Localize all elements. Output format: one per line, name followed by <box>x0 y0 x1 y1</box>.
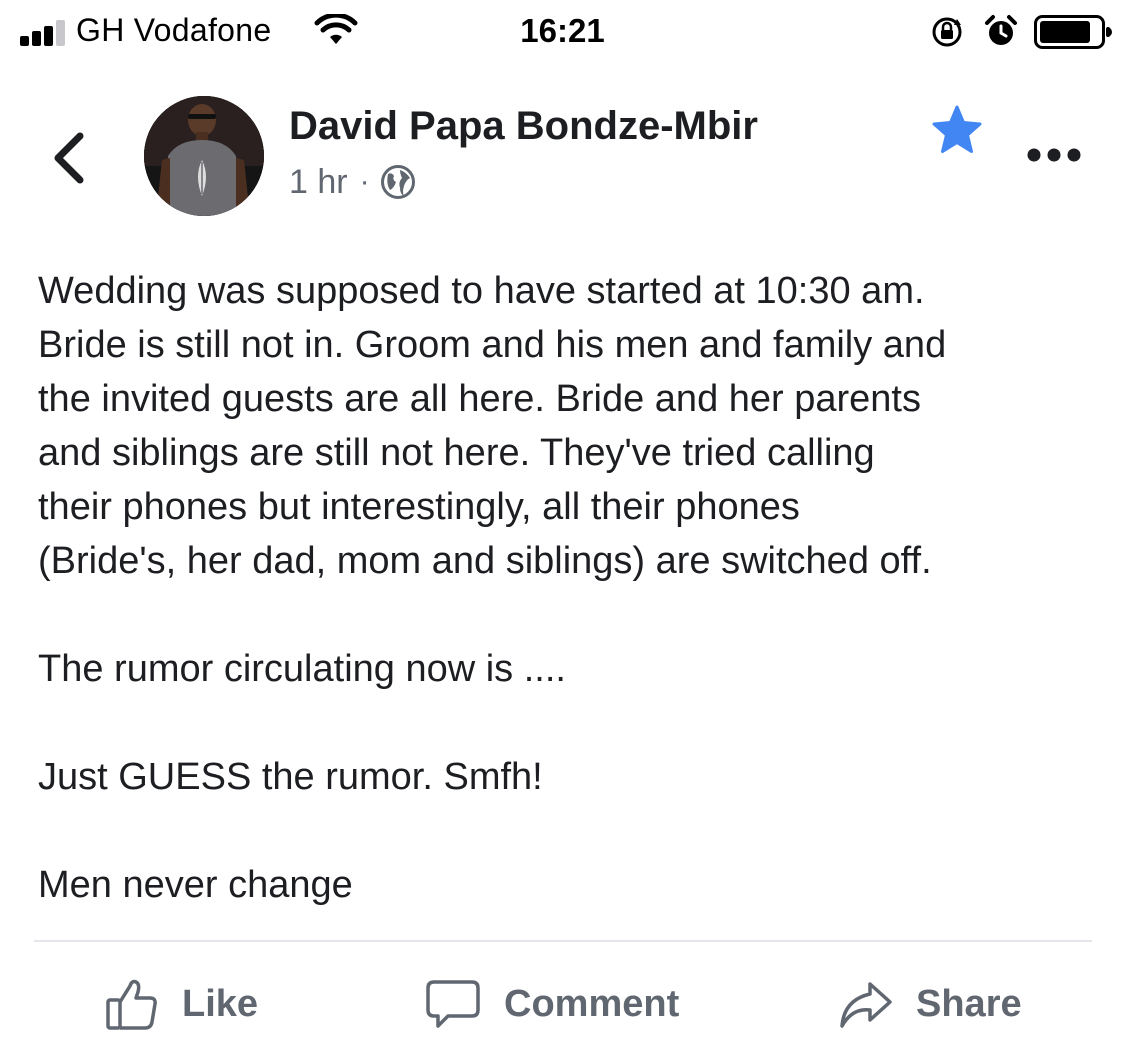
post-paragraph: Men never change <box>38 864 353 906</box>
comment-bubble-icon <box>426 980 480 1028</box>
post-paragraph: Wedding was supposed to have started at … <box>38 270 947 582</box>
comment-label: Comment <box>504 982 680 1025</box>
post-paragraph: The rumor circulating now is .... <box>38 648 566 690</box>
author-avatar[interactable] <box>144 96 264 216</box>
battery-icon <box>1034 15 1112 49</box>
globe-icon <box>380 165 415 199</box>
more-options-icon[interactable] <box>1026 140 1082 170</box>
post-meta: 1 hr · <box>289 160 416 204</box>
share-button[interactable]: Share <box>838 972 1022 1036</box>
rotation-lock-icon <box>932 17 962 47</box>
thumbs-up-icon <box>106 979 157 1030</box>
action-divider <box>34 940 1092 942</box>
avatar-image <box>144 96 264 216</box>
favorite-star-icon[interactable] <box>930 104 984 156</box>
status-bar: GH Vodafone 16:21 <box>0 0 1125 64</box>
author-name[interactable]: David Papa Bondze-Mbir <box>289 104 758 149</box>
like-button[interactable]: Like <box>104 972 258 1036</box>
post-paragraph: Just GUESS the rumor. Smfh! <box>38 756 543 798</box>
share-arrow-icon <box>840 982 892 1028</box>
post-timestamp[interactable]: 1 hr <box>289 163 348 202</box>
like-label: Like <box>182 982 259 1025</box>
post-body: Wedding was supposed to have started at … <box>38 264 1098 912</box>
alarm-icon <box>985 15 1017 45</box>
share-label: Share <box>916 982 1022 1025</box>
back-button[interactable] <box>44 128 100 188</box>
meta-separator: · <box>359 165 370 198</box>
comment-button[interactable]: Comment <box>424 972 679 1036</box>
